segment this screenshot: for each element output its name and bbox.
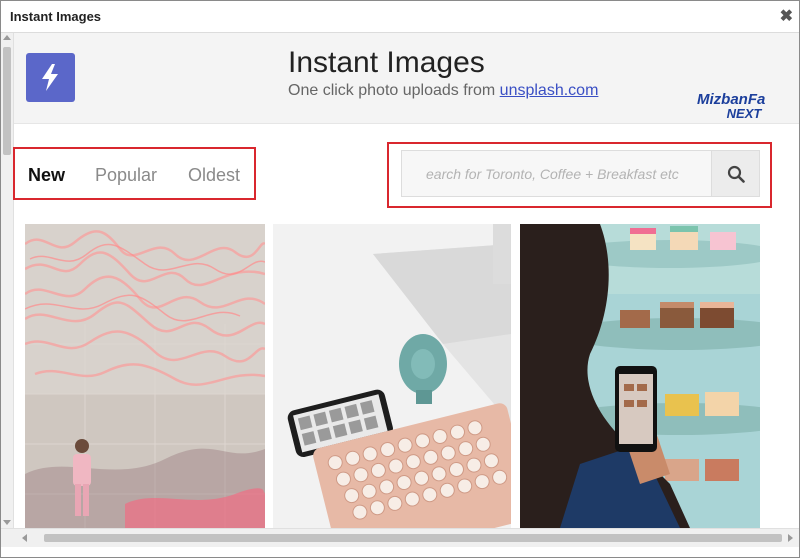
scroll-right-arrow-icon[interactable] (788, 534, 793, 542)
vertical-scrollbar[interactable] (1, 33, 14, 528)
plugin-header: Instant Images One click photo uploads f… (14, 33, 799, 124)
phone-cakes-photo[interactable] (520, 224, 760, 528)
instant-images-dialog: Instant Images ✖ Instant Images One clic… (0, 0, 800, 558)
tab-popular[interactable]: Popular (95, 165, 157, 186)
unsplash-link[interactable]: unsplash.com (500, 82, 599, 99)
desk-keyboard-phone-photo[interactable] (273, 224, 511, 528)
search-area (387, 142, 772, 208)
scroll-left-arrow-icon[interactable] (22, 534, 27, 542)
vertical-scrollbar-thumb[interactable] (3, 47, 11, 155)
search-button[interactable] (711, 150, 760, 197)
watermark-line-2: NEXT (726, 106, 762, 121)
horizontal-scrollbar-thumb[interactable] (44, 534, 782, 542)
tab-oldest[interactable]: Oldest (188, 165, 240, 186)
scroll-up-arrow-icon[interactable] (3, 35, 11, 40)
app-title: Instant Images (288, 46, 485, 79)
search-icon (727, 165, 745, 183)
mizbanfa-watermark: MizbanFa NEXT (697, 91, 766, 121)
tagline: One click photo uploads from unsplash.co… (288, 82, 598, 100)
tagline-text: One click photo uploads from (288, 82, 500, 99)
scroll-down-arrow-icon[interactable] (3, 520, 11, 525)
horizontal-scrollbar[interactable] (1, 528, 799, 547)
tab-new[interactable]: New (28, 165, 65, 186)
sort-tabs: New Popular Oldest (13, 147, 256, 200)
search-input[interactable] (401, 150, 712, 197)
dialog-title: Instant Images (10, 9, 102, 24)
neon-wall-woman-photo[interactable] (25, 224, 265, 528)
close-icon[interactable]: ✖ (780, 6, 793, 26)
dialog-titlebar: Instant Images ✖ (1, 1, 799, 33)
lightning-bolt-icon (26, 53, 75, 102)
watermark-line-1: MizbanFa (697, 91, 766, 108)
